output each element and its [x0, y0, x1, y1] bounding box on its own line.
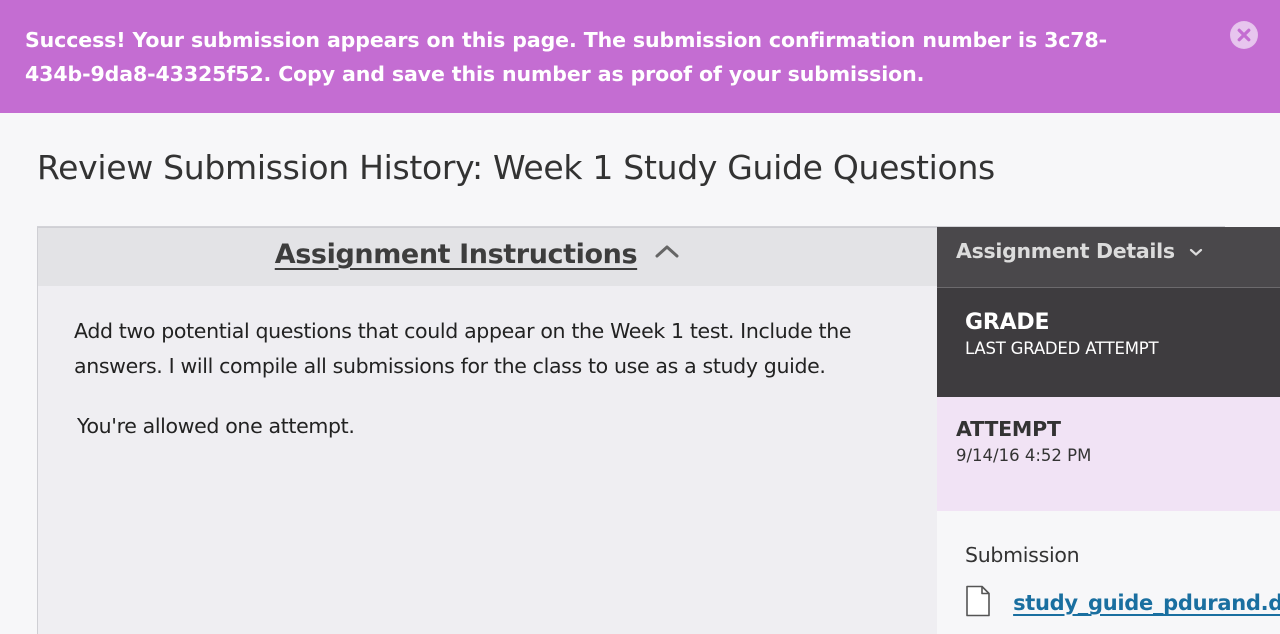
instructions-panel: Assignment Instructions Add two potentia… — [37, 227, 937, 634]
submission-section: Submission study_guide_pdurand.docx — [937, 511, 1280, 621]
grade-title: GRADE — [965, 310, 1050, 335]
instructions-text: Add two potential questions that could a… — [74, 319, 852, 378]
submission-file-link[interactable]: study_guide_pdurand.docx — [1013, 591, 1280, 615]
submission-label: Submission — [965, 543, 1080, 567]
chevron-down-icon[interactable] — [1188, 243, 1204, 262]
success-message: Success! Your submission appears on this… — [25, 28, 1108, 86]
instructions-toggle-link[interactable]: Assignment Instructions — [275, 239, 638, 270]
submission-file[interactable]: study_guide_pdurand.docx — [965, 585, 1280, 621]
instructions-header[interactable]: Assignment Instructions — [38, 228, 937, 286]
success-banner: Success! Your submission appears on this… — [0, 0, 1280, 113]
assignment-details-sidebar: Assignment Details GRADE LAST GRADED ATT… — [937, 227, 1280, 634]
assignment-details-label[interactable]: Assignment Details — [956, 239, 1175, 263]
attempt-date: 9/14/16 4:52 PM — [956, 446, 1092, 465]
grade-subtitle: LAST GRADED ATTEMPT — [965, 339, 1159, 358]
assignment-details-header[interactable]: Assignment Details — [937, 227, 1280, 288]
attempt-title: ATTEMPT — [956, 417, 1061, 441]
attempts-allowed-note: You're allowed one attempt. — [77, 414, 355, 438]
close-icon[interactable] — [1230, 21, 1258, 49]
instructions-body: Add two potential questions that could a… — [38, 286, 937, 444]
page-title: Review Submission History: Week 1 Study … — [37, 148, 995, 187]
chevron-up-icon[interactable] — [654, 243, 680, 263]
attempt-item[interactable]: ATTEMPT 9/14/16 4:52 PM — [937, 397, 1280, 511]
document-icon — [965, 585, 991, 621]
grade-section: GRADE LAST GRADED ATTEMPT — [937, 288, 1280, 397]
